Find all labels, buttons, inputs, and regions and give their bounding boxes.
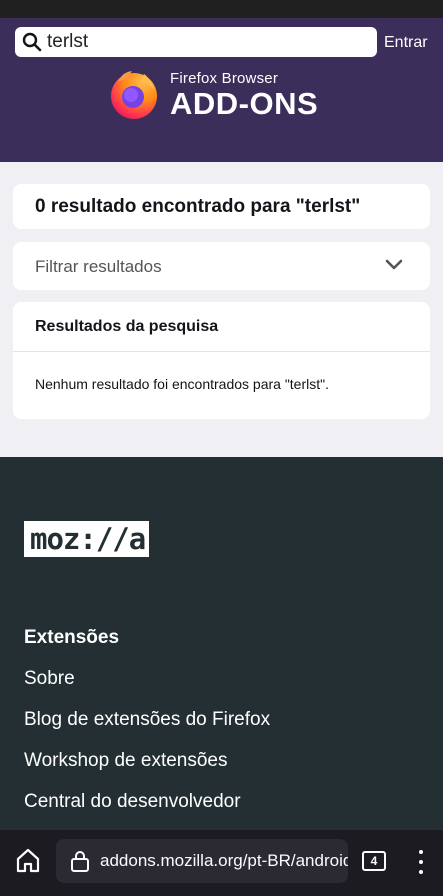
search-results-card: Resultados da pesquisa Nenhum resultado …	[13, 302, 430, 419]
footer-link-about[interactable]: Sobre	[24, 668, 75, 690]
chevron-down-icon	[385, 259, 403, 270]
main-content: 0 resultado encontrado para "terlst" Fil…	[0, 162, 443, 457]
brand-subtitle: Firefox Browser	[170, 70, 279, 87]
mozilla-logo[interactable]: moz://a	[24, 521, 149, 557]
menu-icon[interactable]	[415, 850, 427, 874]
site-footer: moz://a Extensões Sobre Blog de extensõe…	[0, 457, 443, 830]
filter-label: Filtrar resultados	[35, 257, 162, 276]
results-count-card: 0 resultado encontrado para "terlst"	[13, 184, 430, 229]
footer-link-developer-hub[interactable]: Central do desenvolvedor	[24, 791, 241, 813]
search-input[interactable]	[47, 29, 367, 55]
tabs-icon[interactable]: 4	[362, 851, 386, 871]
brand-title: ADD-ONS	[170, 86, 319, 121]
search-icon	[22, 32, 42, 52]
divider	[13, 351, 430, 352]
status-strip	[0, 0, 443, 18]
login-link[interactable]: Entrar	[384, 34, 428, 52]
firefox-logo	[111, 71, 157, 119]
brand-logo[interactable]: Firefox Browser ADD-ONS	[108, 66, 348, 126]
url-bar[interactable]: addons.mozilla.org/pt-BR/android/	[56, 839, 348, 883]
footer-link-blog[interactable]: Blog de extensões do Firefox	[24, 709, 270, 731]
search-box[interactable]	[15, 27, 377, 57]
url-text: addons.mozilla.org/pt-BR/android/	[100, 851, 348, 870]
footer-link-workshop[interactable]: Workshop de extensões	[24, 750, 228, 772]
filter-results-toggle[interactable]: Filtrar resultados	[13, 242, 430, 290]
home-icon[interactable]	[14, 846, 42, 874]
lock-icon[interactable]	[70, 850, 90, 872]
no-results-message: Nenhum resultado foi encontrados para "t…	[35, 376, 329, 392]
site-header: Entrar Firefox Browser ADD-ONS	[0, 18, 443, 162]
results-count: 0 resultado encontrado para "terlst"	[35, 196, 361, 217]
browser-toolbar: addons.mozilla.org/pt-BR/android/ 4	[0, 830, 443, 896]
results-heading: Resultados da pesquisa	[35, 318, 219, 335]
footer-heading-extensions: Extensões	[24, 627, 120, 648]
